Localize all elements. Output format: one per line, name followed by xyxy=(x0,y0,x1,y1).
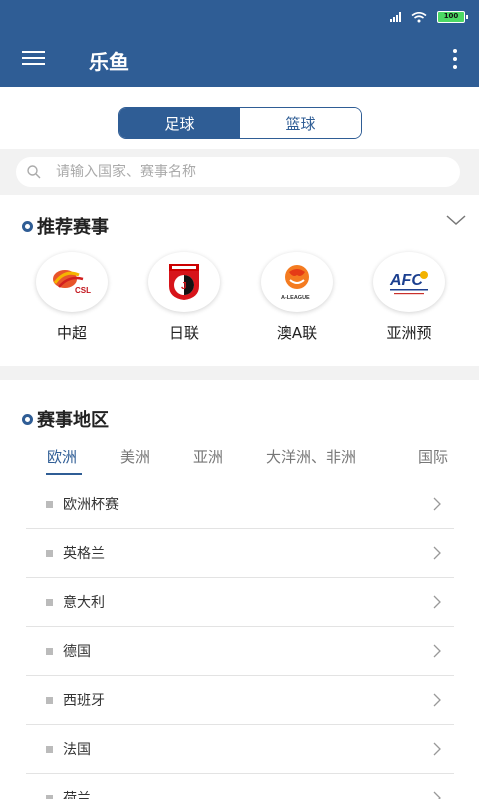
bullet-icon xyxy=(46,745,53,753)
list-item[interactable]: 荷兰 xyxy=(26,774,454,799)
search-bar xyxy=(16,157,460,187)
league-aleague[interactable]: A-LEAGUE 澳A联 xyxy=(257,252,337,343)
league-afc[interactable]: AFC 亚洲预 xyxy=(369,252,449,343)
bullet-icon xyxy=(46,696,53,704)
bullet-icon xyxy=(46,794,53,799)
app-header: 100 乐鱼 xyxy=(0,0,479,87)
list-item[interactable]: 西班牙 xyxy=(26,676,454,725)
aleague-logo-text: A-LEAGUE xyxy=(281,295,310,301)
league-csl[interactable]: CSL 中超 xyxy=(32,252,112,343)
afc-logo-icon: AFC xyxy=(373,252,445,312)
battery-icon: 100 xyxy=(437,11,468,23)
chevron-right-icon xyxy=(433,595,441,609)
chevron-right-icon xyxy=(433,644,441,658)
afc-logo-text: AFC xyxy=(389,272,423,289)
bullet-icon xyxy=(46,598,53,606)
search-input[interactable] xyxy=(56,164,436,180)
csl-logo-text: CSL xyxy=(75,286,91,295)
league-name: 日联 xyxy=(168,324,199,342)
tab-football[interactable]: 足球 xyxy=(119,108,240,138)
list-item[interactable]: 欧洲杯赛 xyxy=(26,480,454,529)
list-item[interactable]: 德国 xyxy=(26,627,454,676)
bullet-icon xyxy=(46,647,53,655)
active-tab-indicator xyxy=(46,473,82,475)
signal-icon xyxy=(390,12,401,22)
tab-americas[interactable]: 美洲 xyxy=(120,446,150,467)
jleague-logo-text: J xyxy=(181,281,187,292)
app-title: 乐鱼 xyxy=(89,50,129,74)
tab-europe[interactable]: 欧洲 xyxy=(47,446,77,467)
tab-international[interactable]: 国际 xyxy=(418,446,448,467)
status-bar: 100 xyxy=(390,9,468,25)
aleague-logo-icon: A-LEAGUE xyxy=(261,252,333,312)
tab-oceania-africa[interactable]: 大洋洲、非洲 xyxy=(266,446,356,467)
league-name: 亚洲预 xyxy=(386,324,432,342)
league-jleague[interactable]: J 日联 xyxy=(144,252,224,343)
jleague-logo-icon: J xyxy=(148,252,220,312)
section-bullet-icon xyxy=(22,220,33,232)
sport-toggle: 足球 篮球 xyxy=(118,107,362,139)
tab-basketball[interactable]: 篮球 xyxy=(240,108,361,138)
chevron-right-icon xyxy=(433,742,441,756)
region-list: 欧洲杯赛 英格兰 意大利 德国 西班牙 法国 荷兰 xyxy=(26,480,454,799)
tab-asia[interactable]: 亚洲 xyxy=(193,446,223,467)
region-tabs: 欧洲 美洲 亚洲 大洋洲、非洲 国际 xyxy=(0,446,479,475)
bullet-icon xyxy=(46,500,53,508)
list-item[interactable]: 意大利 xyxy=(26,578,454,627)
chevron-right-icon xyxy=(433,791,441,799)
recommended-title: 推荐赛事 xyxy=(22,213,109,239)
regions-title: 赛事地区 xyxy=(22,406,109,432)
chevron-down-icon[interactable] xyxy=(445,213,467,227)
league-name: 中超 xyxy=(56,324,87,342)
csl-logo-icon: CSL xyxy=(36,252,108,312)
list-item[interactable]: 英格兰 xyxy=(26,529,454,578)
section-bullet-icon xyxy=(22,413,33,425)
more-options-button[interactable] xyxy=(451,49,459,69)
app-screen: 100 乐鱼 足球 篮球 推荐赛事 xyxy=(0,0,479,799)
chevron-right-icon xyxy=(433,546,441,560)
chevron-right-icon xyxy=(433,497,441,511)
section-divider xyxy=(0,366,479,380)
search-icon xyxy=(27,165,41,179)
menu-button[interactable] xyxy=(22,51,45,67)
list-item[interactable]: 法国 xyxy=(26,725,454,774)
wifi-icon xyxy=(411,11,427,22)
bullet-icon xyxy=(46,549,53,557)
chevron-right-icon xyxy=(433,693,441,707)
league-name: 澳A联 xyxy=(276,324,318,342)
